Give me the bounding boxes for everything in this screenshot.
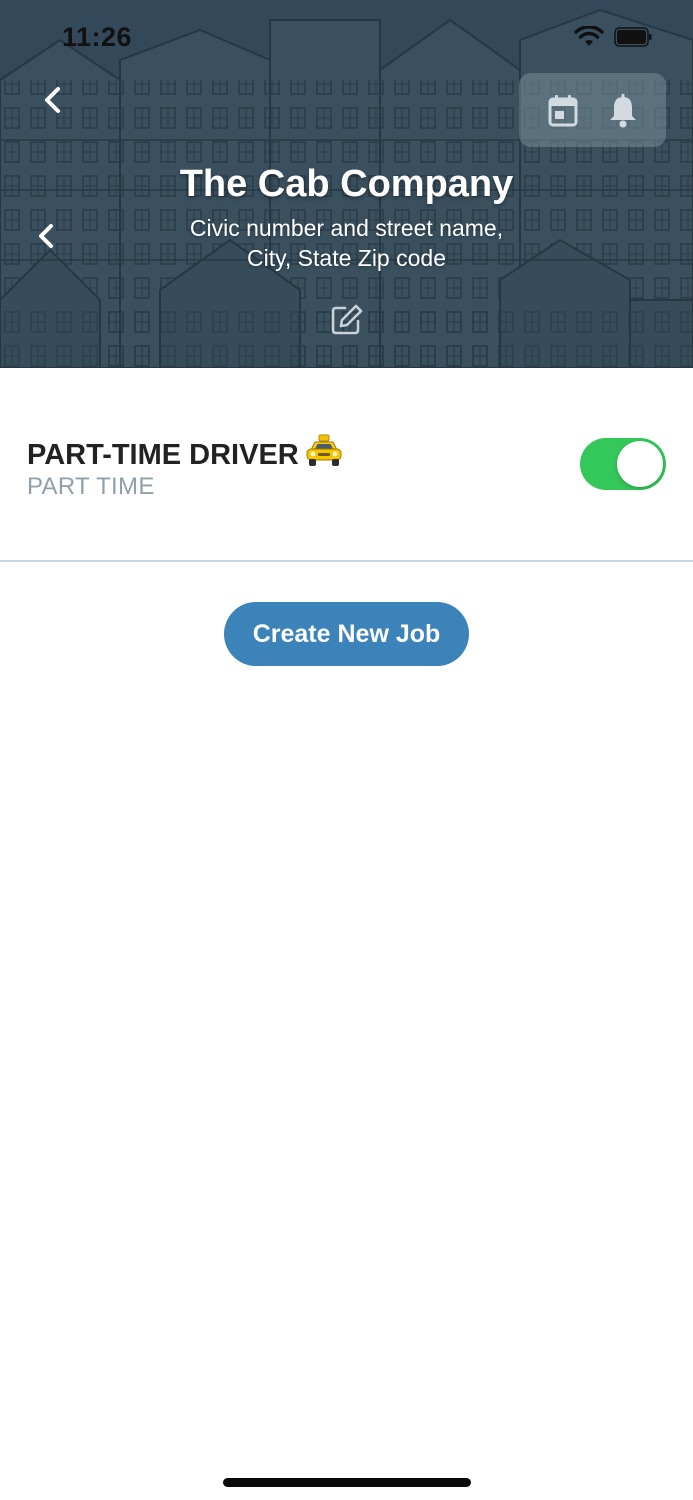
address-line-2: City, State Zip code [247,245,446,271]
job-title-row: PART-TIME DRIVER [27,434,343,472]
company-header: 11:26 The Cab Company Civic number and s… [0,0,693,368]
battery-icon [614,27,652,47]
home-indicator[interactable] [223,1478,471,1487]
company-name: The Cab Company [179,163,514,205]
header-actions [519,73,666,147]
bell-icon[interactable] [603,91,643,131]
screen: 11:26 The Cab Company Civic number and s… [0,0,693,1500]
job-type: PART TIME [27,473,155,500]
job-list-item[interactable]: PART-TIME DRIVER PART TIME [0,368,693,560]
status-time: 11:26 [62,22,133,52]
back-icon[interactable] [38,84,68,116]
wifi-icon [574,26,604,46]
divider [0,560,693,562]
address-line-1: Civic number and street name, [189,215,504,241]
toggle-knob [617,441,663,487]
calendar-icon[interactable] [543,91,583,131]
job-active-toggle[interactable] [580,438,666,490]
taxi-icon [306,434,342,466]
create-new-job-button[interactable]: Create New Job [224,602,469,666]
job-title: PART-TIME DRIVER [27,439,299,471]
edit-icon[interactable] [328,302,364,338]
